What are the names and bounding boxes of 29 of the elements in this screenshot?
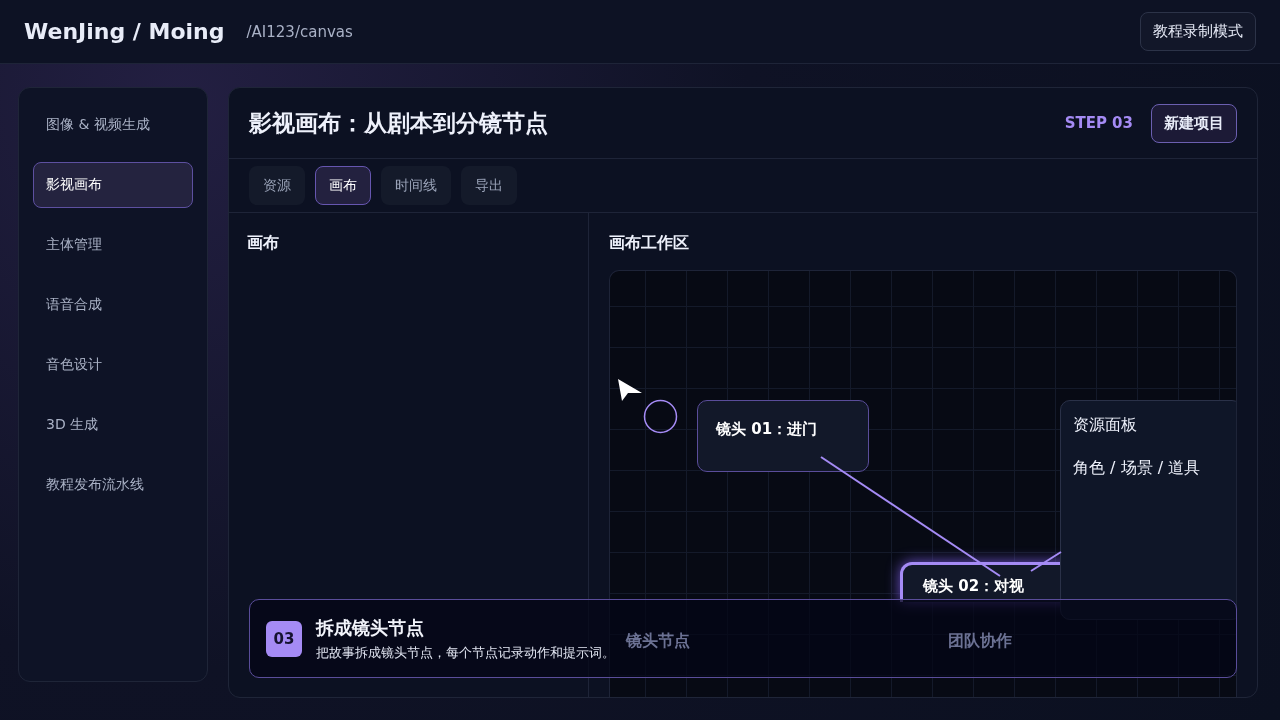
resource-panel-title: 资源面板 bbox=[1073, 415, 1138, 436]
sidebar-item[interactable]: 影视画布 bbox=[33, 162, 193, 208]
brand-name: WenJing / Moing bbox=[24, 19, 225, 44]
step-number: 03 bbox=[266, 620, 302, 657]
sidebar-item[interactable]: 3D 生成 bbox=[33, 402, 193, 448]
tutorial-mode-button[interactable]: 教程录制模式 bbox=[1140, 12, 1256, 51]
step-label: STEP 03 bbox=[1064, 114, 1133, 132]
panel-title: 画布 bbox=[247, 233, 280, 254]
sidebar-item[interactable]: 图像 & 视频生成 bbox=[33, 102, 193, 148]
sidebar-item[interactable]: 主体管理 bbox=[33, 222, 193, 268]
caption-title: 拆成镜头节点 bbox=[316, 615, 425, 640]
resource-categories: 角色 / 场景 / 道具 bbox=[1073, 458, 1202, 479]
page-path: /AI123/canvas bbox=[246, 22, 354, 41]
tab[interactable]: 时间线 bbox=[381, 166, 451, 205]
faint-label: 团队协作 bbox=[948, 631, 1012, 652]
sidebar-item[interactable]: 教程发布流水线 bbox=[33, 462, 193, 508]
tab[interactable]: 导出 bbox=[461, 166, 517, 205]
new-project-button[interactable]: 新建项目 bbox=[1151, 103, 1237, 143]
sidebar-item[interactable]: 音色设计 bbox=[33, 342, 193, 388]
connection-port-icon bbox=[643, 399, 678, 434]
tab[interactable]: 资源 bbox=[249, 166, 305, 205]
shot-node[interactable]: 镜头 01：进门 bbox=[697, 400, 869, 472]
faint-label: 镜头节点 bbox=[626, 631, 690, 652]
workspace-title: 画布工作区 bbox=[609, 233, 690, 254]
sidebar-item[interactable]: 语音合成 bbox=[33, 282, 193, 328]
page-title: 影视画布：从剧本到分镜节点 bbox=[249, 108, 549, 138]
connector-line bbox=[1030, 551, 1062, 572]
cursor-icon bbox=[617, 378, 643, 402]
tab[interactable]: 画布 bbox=[315, 166, 371, 205]
